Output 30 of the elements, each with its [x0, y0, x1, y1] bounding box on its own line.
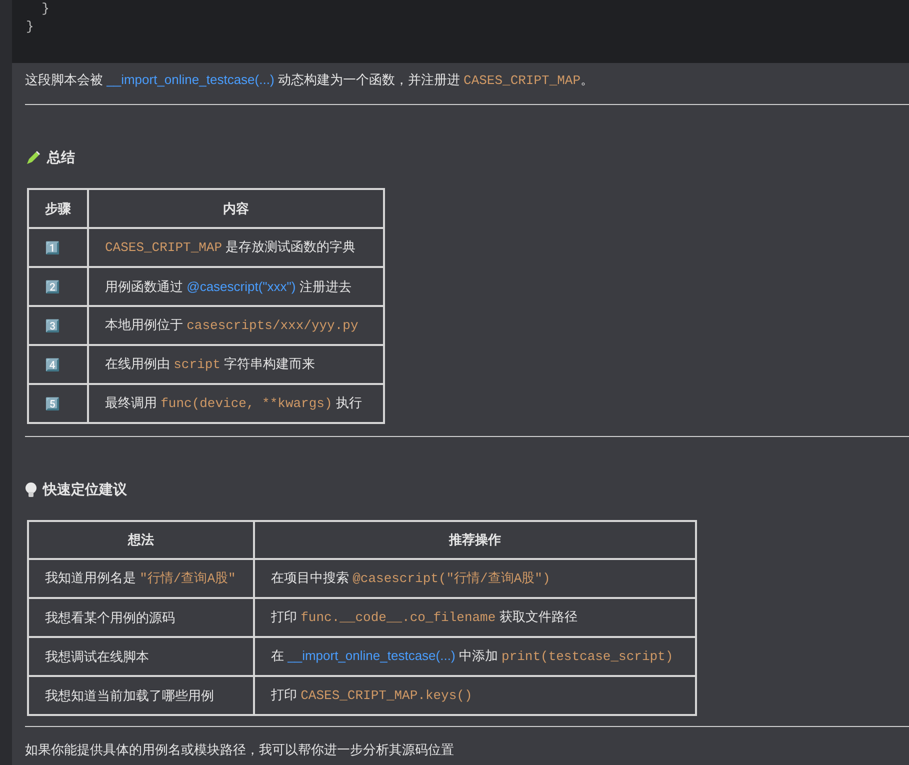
section-heading: 总结	[47, 148, 75, 167]
table-cell: 最终调用 func(device, **kwargs) 执行	[88, 384, 384, 423]
table-cell: 我想调试在线脚本	[28, 637, 254, 676]
pencil-icon	[25, 150, 41, 166]
table-cell: 我想看某个用例的源码	[28, 598, 254, 637]
table-header: 内容	[88, 189, 384, 228]
table-cell: 在 __import_online_testcase(...) 中添加 print(testcase_script)	[254, 637, 696, 676]
table-cell: 2⃣	[28, 267, 88, 306]
table-cell: 本地用例位于 casescripts/xxx/yyy.py	[88, 306, 384, 345]
lightbulb-icon	[25, 482, 37, 498]
table-cell: 3⃣	[28, 306, 88, 345]
paragraph: 这段脚本会被 __import_online_testcase(...) 动态构建为一个函数，并注册进 CASES_CRIPT_MAP。	[25, 71, 595, 90]
code-line: }	[40, 0, 50, 18]
table-header: 步骤	[28, 189, 88, 228]
table-cell: 用例函数通过 @casescript("xxx") 注册进去	[88, 267, 384, 306]
table-header: 想法	[28, 521, 254, 559]
table-cell: 在项目中搜索 @casescript("行情/查询A股")	[254, 559, 696, 598]
table-cell: 打印 func.__code__.co_filename 获取文件路径	[254, 598, 696, 637]
table-cell: 我知道用例名是 "行情/查询A股"	[28, 559, 254, 598]
table-cell: 5⃣	[28, 384, 88, 423]
table-cell: 1⃣	[28, 228, 88, 267]
table-cell: 我想知道当前加载了哪些用例	[28, 676, 254, 715]
code-line: }	[26, 18, 35, 36]
section-heading: 快速定位建议	[43, 480, 127, 499]
table-header: 推荐操作	[254, 521, 696, 559]
table-cell: 打印 CASES_CRIPT_MAP.keys()	[254, 676, 696, 715]
table-cell: 在线用例由 script 字符串构建而来	[88, 345, 384, 384]
table-cell: CASES_CRIPT_MAP 是存放测试函数的字典	[88, 228, 384, 267]
paragraph: 如果你能提供具体的用例名或模块路径，我可以帮你进一步分析其源码位置	[25, 741, 455, 759]
table-cell: 4⃣	[28, 345, 88, 384]
